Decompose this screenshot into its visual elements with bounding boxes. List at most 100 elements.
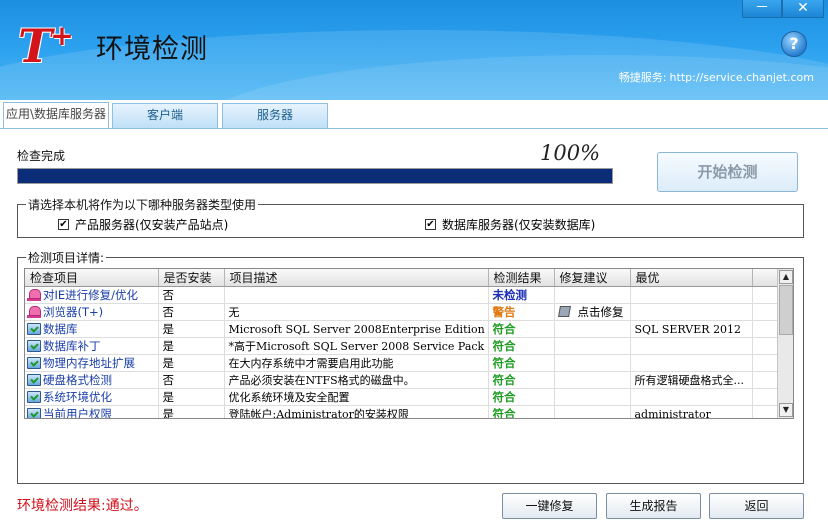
- warning-icon: [27, 289, 41, 301]
- row-installed: 是: [158, 405, 225, 418]
- row-desc: 登陆帐户:Administrator的安装权限: [224, 405, 489, 418]
- row-fix: [554, 371, 631, 389]
- minimize-button[interactable]: －: [742, 0, 782, 18]
- server-type-legend: 请选择本机将作为以下哪种服务器类型使用: [26, 196, 259, 213]
- tab-client[interactable]: 客户端: [112, 103, 218, 128]
- row-best: [630, 354, 753, 372]
- row-item-label: 物理内存地址扩展: [43, 356, 135, 370]
- checkbox-box[interactable]: ✔: [425, 219, 436, 230]
- tplus-logo: T +: [18, 19, 74, 70]
- row-best: SQL SERVER 2012: [630, 320, 753, 338]
- row-result: 符合: [488, 388, 555, 406]
- row-installed: 否: [158, 371, 225, 389]
- scroll-thumb[interactable]: [779, 285, 793, 335]
- row-spacer: [752, 303, 780, 321]
- check-panel: 检查完成 100% 开始检测 请选择本机将作为以下哪种服务器类型使用 ✔ 产品服…: [0, 128, 828, 523]
- col-desc[interactable]: 项目描述: [224, 269, 489, 287]
- check-result-text: 环境检测结果:通过。: [17, 498, 148, 514]
- table-row[interactable]: 对IE进行修复/优化 否 未检测: [25, 286, 780, 304]
- row-result: 符合: [488, 405, 555, 418]
- row-desc: 无: [224, 303, 489, 321]
- row-fix[interactable]: 点击修复: [554, 303, 631, 321]
- check-monitor-icon: [27, 408, 41, 418]
- table-row[interactable]: 浏览器(T+) 否无警告 点击修复: [25, 303, 780, 321]
- close-button[interactable]: ✕: [782, 0, 824, 18]
- table-row[interactable]: 数据库补丁 是 *高于Microsoft SQL Server 2008 Servi…: [25, 337, 780, 355]
- row-fix: [554, 354, 631, 372]
- row-item: 硬盘格式检测: [25, 371, 159, 389]
- row-item-label: 数据库: [43, 322, 78, 336]
- check-monitor-icon: [27, 323, 41, 335]
- row-spacer: [752, 337, 780, 355]
- help-icon[interactable]: ?: [781, 31, 807, 57]
- row-best: [630, 388, 753, 406]
- table-row[interactable]: 物理内存地址扩展 是在大内存系统中才需要启用此功能 符合: [25, 354, 780, 372]
- row-fix: [554, 337, 631, 355]
- col-item[interactable]: 检查项目: [25, 269, 159, 287]
- row-item: 数据库: [25, 320, 159, 338]
- scroll-down-icon[interactable]: ▼: [779, 403, 793, 417]
- logo-plus: +: [50, 19, 74, 52]
- tab-app-db-server[interactable]: 应用\数据库服务器: [3, 102, 109, 128]
- row-item-label: 数据库补丁: [43, 339, 101, 353]
- table-row[interactable]: 硬盘格式检测 否产品必须安装在NTFS格式的磁盘中。 符合 所有逻辑硬盘格式全...: [25, 371, 780, 389]
- server-type-group: 请选择本机将作为以下哪种服务器类型使用 ✔ 产品服务器(仅安装产品站点) ✔ 数…: [17, 196, 804, 238]
- check-monitor-icon: [27, 391, 41, 403]
- table-row[interactable]: 当前用户权限 是登陆帐户:Administrator的安装权限 符合 administ…: [25, 405, 780, 419]
- check-monitor-icon: [27, 357, 41, 369]
- col-fix[interactable]: 修复建议: [554, 269, 631, 287]
- product-server-checkbox[interactable]: ✔ 产品服务器(仅安装产品站点): [58, 216, 228, 233]
- table-row[interactable]: 数据库 是 Microsoft SQL Server 2008Enterprise …: [25, 320, 780, 338]
- progress-percent: 100%: [540, 141, 601, 165]
- generate-report-button[interactable]: 生成报告: [606, 493, 701, 519]
- col-best[interactable]: 最优: [630, 269, 753, 287]
- checkbox-box[interactable]: ✔: [58, 219, 69, 230]
- row-item-label: 硬盘格式检测: [43, 373, 112, 387]
- row-spacer: [752, 286, 780, 304]
- row-item-label: 系统环境优化: [43, 390, 112, 404]
- row-fix-label[interactable]: 点击修复: [578, 305, 624, 319]
- row-best: 所有逻辑硬盘格式全...: [630, 371, 753, 389]
- row-spacer: [752, 371, 780, 389]
- col-result[interactable]: 检测结果: [488, 269, 555, 287]
- row-result: 符合: [488, 354, 555, 372]
- row-installed: 是: [158, 320, 225, 338]
- progress-bar: [17, 168, 613, 184]
- table-row[interactable]: 系统环境优化 是优化系统环境及安全配置 符合: [25, 388, 780, 406]
- row-desc: 优化系统环境及安全配置: [224, 388, 489, 406]
- row-fix: [554, 286, 631, 304]
- fix-tool-icon[interactable]: [557, 306, 571, 317]
- row-installed: 否: [158, 286, 225, 304]
- row-spacer: [752, 354, 780, 372]
- detail-group: 检测项目详情: 检查项目 是否安装 项目描述 检测结果 修复建议 最优 对IE进…: [17, 249, 804, 484]
- row-best: [630, 337, 753, 355]
- row-result: 符合: [488, 320, 555, 338]
- checkbox-label: 产品服务器(仅安装产品站点): [75, 218, 229, 232]
- back-button[interactable]: 返回: [709, 493, 804, 519]
- app-title: 环境检测: [96, 34, 208, 65]
- row-desc: 在大内存系统中才需要启用此功能: [224, 354, 489, 372]
- check-monitor-icon: [27, 340, 41, 352]
- db-server-checkbox[interactable]: ✔ 数据库服务器(仅安装数据库): [425, 216, 595, 233]
- row-item: 数据库补丁: [25, 337, 159, 355]
- row-desc: *高于Microsoft SQL Server 2008 Service Pac…: [224, 337, 489, 355]
- col-installed[interactable]: 是否安装: [158, 269, 225, 287]
- scroll-up-icon[interactable]: ▲: [779, 270, 793, 284]
- row-best: administrator: [630, 405, 753, 418]
- row-item-label: 当前用户权限: [43, 407, 112, 419]
- service-url[interactable]: http://service.chanjet.com: [670, 71, 814, 84]
- table-header: 检查项目 是否安装 项目描述 检测结果 修复建议 最优: [25, 269, 780, 287]
- table-scrollbar[interactable]: ▲ ▼: [777, 269, 793, 418]
- row-installed: 是: [158, 354, 225, 372]
- row-fix: [554, 388, 631, 406]
- row-spacer: [752, 320, 780, 338]
- service-label: 畅捷服务:: [618, 71, 667, 84]
- row-result: 符合: [488, 371, 555, 389]
- warning-icon: [27, 306, 41, 318]
- row-desc: 产品必须安装在NTFS格式的磁盘中。: [224, 371, 489, 389]
- tab-server[interactable]: 服务器: [222, 103, 328, 128]
- progress-fill: [18, 169, 612, 183]
- row-result: 符合: [488, 337, 555, 355]
- start-check-button[interactable]: 开始检测: [657, 152, 798, 192]
- one-click-fix-button[interactable]: 一键修复: [502, 493, 597, 519]
